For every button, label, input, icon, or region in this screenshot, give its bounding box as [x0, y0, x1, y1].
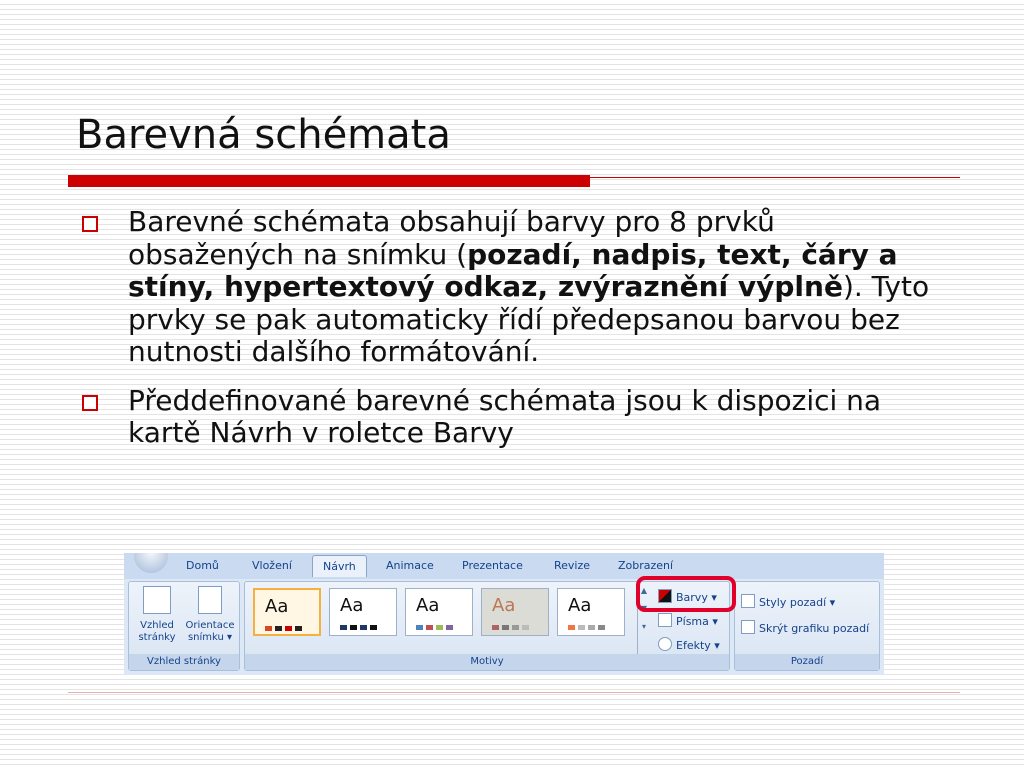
- group-page-setup: Vzhled stránky Orientace snímku ▾ Vzhled…: [128, 581, 240, 671]
- effects-dropdown[interactable]: Efekty ▾: [658, 637, 720, 652]
- tab-prezentace[interactable]: Prezentace: [462, 559, 523, 572]
- tab-zobrazeni[interactable]: Zobrazení: [618, 559, 673, 572]
- title-rule-thin: [590, 177, 960, 178]
- effects-icon: [658, 637, 672, 651]
- checkbox-icon: [741, 620, 755, 634]
- orientation-icon: [198, 586, 222, 614]
- slide-title: Barevná schémata: [76, 112, 451, 158]
- paint-bucket-icon: [741, 594, 755, 608]
- group-label-page-setup: Vzhled stránky: [129, 654, 239, 670]
- font-icon: [658, 613, 672, 627]
- bullet-text-1: Barevné schémata obsahují barvy pro 8 pr…: [128, 205, 930, 368]
- square-bullet-icon: [82, 216, 98, 232]
- fonts-dropdown[interactable]: Písma ▾: [658, 613, 718, 628]
- bullet-text-2: Předdefinované barevné schémata jsou k d…: [128, 383, 882, 449]
- ribbon-body: Vzhled stránky Orientace snímku ▾ Vzhled…: [124, 579, 884, 675]
- ribbon-tab-bar: Domů Vložení Návrh Animace Prezentace Re…: [124, 553, 884, 579]
- group-label-themes: Motivy: [245, 654, 729, 670]
- bottom-rule: [68, 692, 960, 693]
- page-setup-button[interactable]: Vzhled stránky: [135, 586, 179, 644]
- slide-orientation-button[interactable]: Orientace snímku ▾: [181, 586, 239, 644]
- theme-thumbnail-4[interactable]: Aa: [481, 588, 549, 636]
- tab-navrh[interactable]: Návrh: [312, 555, 367, 577]
- office-button-icon: [134, 553, 168, 573]
- bullet-item-2: Předdefinované barevné schémata jsou k d…: [76, 383, 946, 450]
- title-rule-red: [68, 175, 590, 187]
- theme-thumbnail-1[interactable]: Aa: [253, 588, 321, 636]
- page-setup-icon: [143, 586, 171, 614]
- group-background: Styly pozadí ▾ Skrýt grafiku pozadí Poza…: [734, 581, 880, 671]
- tab-domu[interactable]: Domů: [186, 559, 219, 572]
- bullet-item-1: Barevné schémata obsahují barvy pro 8 pr…: [76, 205, 946, 369]
- colors-highlight-box: [636, 576, 736, 612]
- hide-background-graphics-checkbox[interactable]: Skrýt grafiku pozadí: [741, 620, 869, 635]
- tab-animace[interactable]: Animace: [386, 559, 434, 572]
- theme-thumbnail-3[interactable]: Aa: [405, 588, 473, 636]
- theme-thumbnail-5[interactable]: Aa: [557, 588, 625, 636]
- ribbon-screenshot: Domů Vložení Návrh Animace Prezentace Re…: [124, 553, 884, 675]
- bullet-list: Barevné schémata obsahují barvy pro 8 pr…: [76, 205, 946, 466]
- theme-thumbnail-2[interactable]: Aa: [329, 588, 397, 636]
- square-bullet-icon: [82, 394, 98, 411]
- tab-vlozeni[interactable]: Vložení: [252, 559, 292, 572]
- tab-revize[interactable]: Revize: [554, 559, 590, 572]
- group-label-background: Pozadí: [735, 654, 879, 670]
- background-styles-dropdown[interactable]: Styly pozadí ▾: [741, 594, 835, 609]
